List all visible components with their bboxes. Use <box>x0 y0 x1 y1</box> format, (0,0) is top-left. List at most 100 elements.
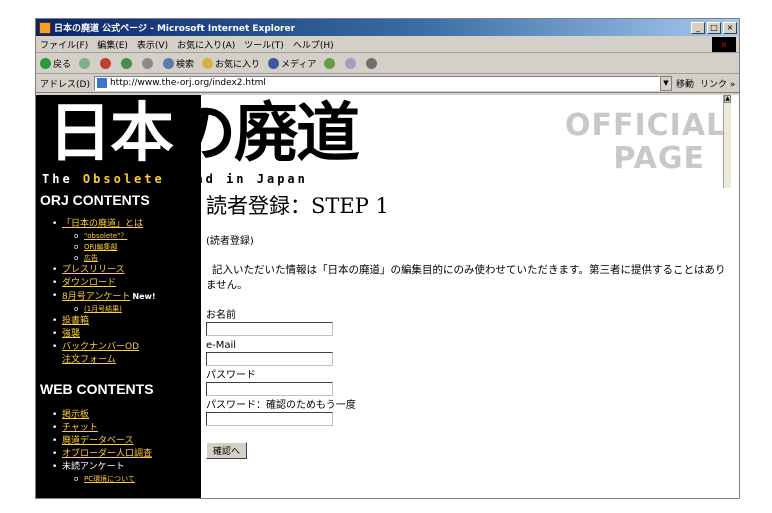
nav-link-download[interactable]: ダウンロード <box>62 278 116 288</box>
list-item: 8月号アンケートNew! <box>52 290 201 304</box>
history-icon <box>324 57 336 69</box>
orj-contents-list: 「日本の廃道」とは "obsolete"？ ORJ編集部 広告 プレスリリース … <box>40 218 201 367</box>
forward-button[interactable] <box>79 57 92 69</box>
list-item: チャット <box>52 422 201 435</box>
nav-link-press[interactable]: プレスリリース <box>62 265 125 275</box>
nav-link-obsolete[interactable]: "obsolete"？ <box>84 232 127 240</box>
nav-link-ads[interactable]: 広告 <box>84 254 98 262</box>
nav-text-unread-survey: 未読アンケート <box>62 462 125 472</box>
site-logo: 日本の廃道 <box>48 97 360 171</box>
favorites-button[interactable]: お気に入り <box>202 57 260 70</box>
page-icon <box>96 78 107 88</box>
title-bar: 日本の廃道 公式ページ - Microsoft Internet Explore… <box>36 19 739 36</box>
refresh-icon <box>121 57 133 69</box>
menu-edit[interactable]: 編集(E) <box>97 38 128 51</box>
nav-link-order-form[interactable]: 注文フォーム <box>62 355 116 365</box>
email-label: e-Mail <box>206 340 237 351</box>
print-icon <box>366 57 378 69</box>
back-button[interactable]: 戻る <box>40 57 71 70</box>
password-label: パスワード <box>206 370 256 381</box>
new-badge: New! <box>132 292 156 301</box>
list-item: ORJ編集部 <box>62 242 201 253</box>
list-item: バックナンバーOD <box>52 341 201 354</box>
email-field[interactable] <box>206 352 333 366</box>
back-arrow-icon <box>40 57 51 69</box>
minimize-button[interactable]: _ <box>691 21 705 34</box>
logo-sub-rest: Road in Japan <box>174 172 308 186</box>
browser-window: 日本の廃道 公式ページ - Microsoft Internet Explore… <box>35 18 740 499</box>
nav-link-chat[interactable]: チャット <box>62 423 98 433</box>
page-title: 読者登録：STEP 1 <box>206 194 389 218</box>
password-confirm-field[interactable] <box>206 412 333 426</box>
stop-button[interactable] <box>100 57 113 69</box>
list-item: ダウンロード <box>52 277 201 290</box>
web-contents-list: 掲示板 チャット 廃道データベース オブローダー人口調査 未読アンケート PC環… <box>40 409 201 485</box>
menu-favorites[interactable]: お気に入り(A) <box>177 38 235 51</box>
nav-link-bbs[interactable]: 掲示板 <box>62 410 89 420</box>
list-item: (1月号結果) <box>62 304 201 315</box>
search-button[interactable]: 検索 <box>163 57 194 70</box>
nav-link-backnumber[interactable]: バックナンバーOD <box>62 342 139 352</box>
page-viewport: 日本の廃道 The Obsolete Road in Japan OFFICIA… <box>36 95 739 498</box>
registration-label: (読者登録) <box>206 236 254 247</box>
logo-sub-the: The <box>42 172 73 186</box>
window-title: 日本の廃道 公式ページ - Microsoft Internet Explore… <box>54 24 296 34</box>
home-icon <box>142 57 154 69</box>
list-item: 未読アンケート <box>52 461 201 474</box>
address-dropdown-icon[interactable]: ▼ <box>659 75 672 91</box>
search-label: 検索 <box>176 59 195 70</box>
banner-scrollbar[interactable]: ▲ <box>723 95 731 188</box>
nav-link-raid[interactable]: 強襲 <box>62 329 80 339</box>
media-icon <box>268 57 280 69</box>
list-item: 投書箱 <box>52 315 201 328</box>
nav-link-census[interactable]: オブローダー人口調査 <box>62 449 152 459</box>
nav-link-about[interactable]: 「日本の廃道」とは <box>62 219 143 229</box>
menu-tools[interactable]: ツール(T) <box>244 38 284 51</box>
main-content: 読者登録：STEP 1 (読者登録) 記入いただいた情報は「日本の廃道」の編集目… <box>206 192 731 459</box>
list-item: 強襲 <box>52 328 201 341</box>
menu-help[interactable]: ヘルプ(H) <box>293 38 334 51</box>
list-item: 注文フォーム <box>62 354 201 367</box>
orj-contents-heading: ORJ CONTENTS <box>40 192 150 208</box>
links-button[interactable]: リンク » <box>700 77 735 90</box>
go-button[interactable]: 移動 <box>676 77 694 90</box>
home-button[interactable] <box>142 57 155 69</box>
confirm-button[interactable]: 確認へ <box>206 442 248 459</box>
list-item: プレスリリース <box>52 264 201 277</box>
nav-link-pc-env[interactable]: PC環境について <box>84 475 135 483</box>
nav-link-editorial[interactable]: ORJ編集部 <box>84 243 117 251</box>
sidebar: ORJ CONTENTS 「日本の廃道」とは "obsolete"？ ORJ編集… <box>36 188 201 498</box>
nav-link-letters[interactable]: 投書箱 <box>62 316 89 326</box>
toolbar: 戻る 検索 お気に入り メディア <box>36 53 739 74</box>
list-item: "obsolete"？ <box>62 231 201 242</box>
address-input[interactable]: http://www.the-orj.org/index2.html <box>93 75 660 91</box>
nav-link-survey[interactable]: 8月号アンケート <box>62 292 130 302</box>
list-item: PC環境について <box>62 474 201 485</box>
password-field[interactable] <box>206 382 333 396</box>
address-label: アドレス(D) <box>40 79 90 90</box>
menu-view[interactable]: 表示(V) <box>137 38 168 51</box>
logo-subtitle: The Obsolete Road in Japan <box>42 172 308 186</box>
stop-icon <box>100 57 112 69</box>
list-item: 廃道データベース <box>52 435 201 448</box>
address-url: http://www.the-orj.org/index2.html <box>109 78 266 88</box>
menu-file[interactable]: ファイル(F) <box>40 38 88 51</box>
print-button[interactable] <box>366 57 379 69</box>
name-field[interactable] <box>206 322 333 336</box>
list-item: 「日本の廃道」とは <box>52 218 201 231</box>
logo-sub-obsolete: Obsolete <box>82 172 165 186</box>
official-page-label: OFFICIAL PAGE <box>565 109 725 175</box>
forward-arrow-icon <box>79 57 91 69</box>
maximize-button[interactable]: □ <box>707 21 721 34</box>
password-confirm-label: パスワード：確認のためもう一度 <box>206 400 356 411</box>
nav-link-database[interactable]: 廃道データベース <box>62 436 134 446</box>
media-button[interactable]: メディア <box>268 57 316 70</box>
nav-link-survey-results[interactable]: (1月号結果) <box>84 305 122 313</box>
scroll-up-icon[interactable]: ▲ <box>724 95 731 103</box>
refresh-button[interactable] <box>121 57 134 69</box>
close-button[interactable]: × <box>723 21 737 34</box>
mail-button[interactable] <box>345 57 358 69</box>
name-label: お名前 <box>206 310 236 321</box>
mail-icon <box>345 57 357 69</box>
history-button[interactable] <box>324 57 337 69</box>
